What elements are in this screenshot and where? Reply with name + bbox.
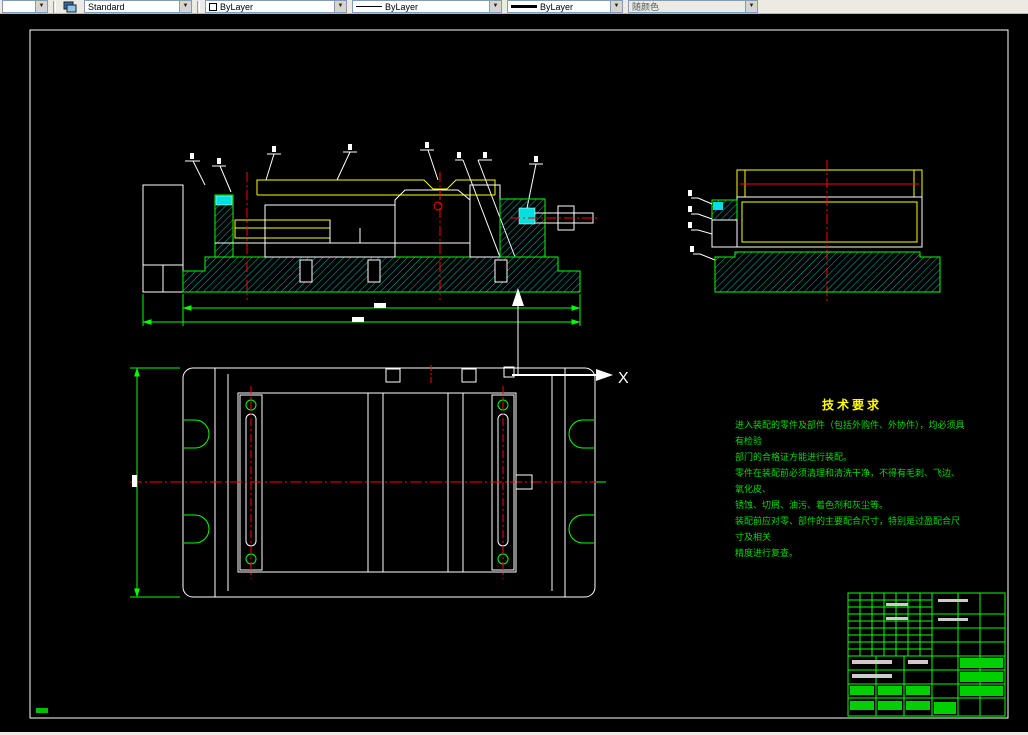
balloon-numbers	[190, 142, 538, 164]
technical-requirements[interactable]: 技术要求 进入装配的零件及部件（包括外购件、外协件），均必须具有检验 部门的合格…	[735, 397, 967, 561]
base-plate-section[interactable]	[714, 251, 941, 293]
pin-hole[interactable]	[433, 201, 443, 211]
layers-icon[interactable]	[61, 0, 79, 13]
linetype-sample	[356, 6, 382, 7]
technical-requirements-title: 技术要求	[821, 398, 882, 412]
color-combo[interactable]: ByLayer ▼	[205, 0, 347, 13]
tech-req-line: 锈蚀、切屑、油污、着色剂和灰尘等。	[735, 500, 889, 510]
plan-view[interactable]	[130, 365, 606, 598]
chevron-down-icon[interactable]: ▼	[179, 1, 191, 12]
color-swatch	[209, 2, 217, 11]
highlighted-screw-nut[interactable]	[518, 207, 536, 225]
section-arrow[interactable]	[512, 288, 524, 375]
plotstyle-combo[interactable]: 随颜色 ▼	[628, 0, 758, 13]
title-block-text-marks	[852, 599, 968, 678]
toolbar-separator	[53, 0, 56, 13]
chevron-down-icon[interactable]: ▼	[610, 1, 622, 12]
highlighted-insert[interactable]	[713, 202, 723, 210]
dim-text	[352, 317, 364, 322]
color-value: ByLayer	[220, 1, 254, 12]
tech-req-line: 装配前应对零、部件的主要配合尺寸，特别是过盈配合尺寸及相关	[735, 516, 961, 542]
dim-text	[132, 475, 137, 487]
drawing-svg[interactable]: X	[0, 14, 1028, 732]
title-block[interactable]	[847, 592, 1006, 717]
front-view[interactable]	[142, 142, 600, 326]
tech-req-line: 精度进行复查。	[735, 548, 799, 558]
ucs-icon[interactable]: X	[503, 366, 629, 387]
linetype-value: ByLayer	[385, 1, 419, 12]
toolbar-separator	[197, 0, 200, 13]
chevron-down-icon[interactable]: ▼	[489, 1, 501, 12]
ucs-x-label: X	[618, 370, 629, 387]
plotstyle-value: 随颜色	[632, 2, 660, 12]
chevron-down-icon[interactable]: ▼	[334, 1, 346, 12]
tech-req-line: 零件在装配前必须清理和清洗干净，不得有毛刺、飞边、氧化皮、	[735, 468, 961, 494]
chevron-down-icon[interactable]: ▼	[35, 1, 47, 12]
cad-application: ▼ Standard ▼ ByLayer ▼ ByLayer ▼ ByLayer	[0, 0, 1028, 735]
tech-req-line: 进入装配的零件及部件（包括外购件、外协件），均必须具有检验	[735, 420, 965, 446]
dim-text	[374, 303, 386, 308]
lineweight-value: ByLayer	[540, 1, 574, 12]
side-view[interactable]	[688, 160, 941, 302]
text-style-value: Standard	[88, 1, 125, 12]
chevron-down-icon[interactable]: ▼	[745, 1, 757, 12]
base-plate-section[interactable]	[182, 256, 581, 293]
text-style-combo[interactable]: Standard ▼	[84, 0, 192, 13]
highlighted-insert[interactable]	[215, 195, 233, 206]
lineweight-combo[interactable]: ByLayer ▼	[507, 0, 623, 13]
left-partial-combo[interactable]: ▼	[2, 0, 48, 13]
tech-req-line: 部门的合格证方能进行装配。	[735, 452, 853, 462]
model-space-canvas[interactable]: X 技术要求 进入装配的零件及部件（包括外购件、外协件），均必须具有检验 部门的…	[0, 14, 1028, 732]
properties-toolbar: ▼ Standard ▼ ByLayer ▼ ByLayer ▼ ByLayer	[0, 0, 1028, 14]
frame-corner-note	[36, 708, 48, 713]
balloon-numbers	[688, 190, 694, 252]
linetype-combo[interactable]: ByLayer ▼	[352, 0, 502, 13]
layers-icon-glyph	[63, 1, 77, 12]
lineweight-sample	[511, 5, 537, 8]
